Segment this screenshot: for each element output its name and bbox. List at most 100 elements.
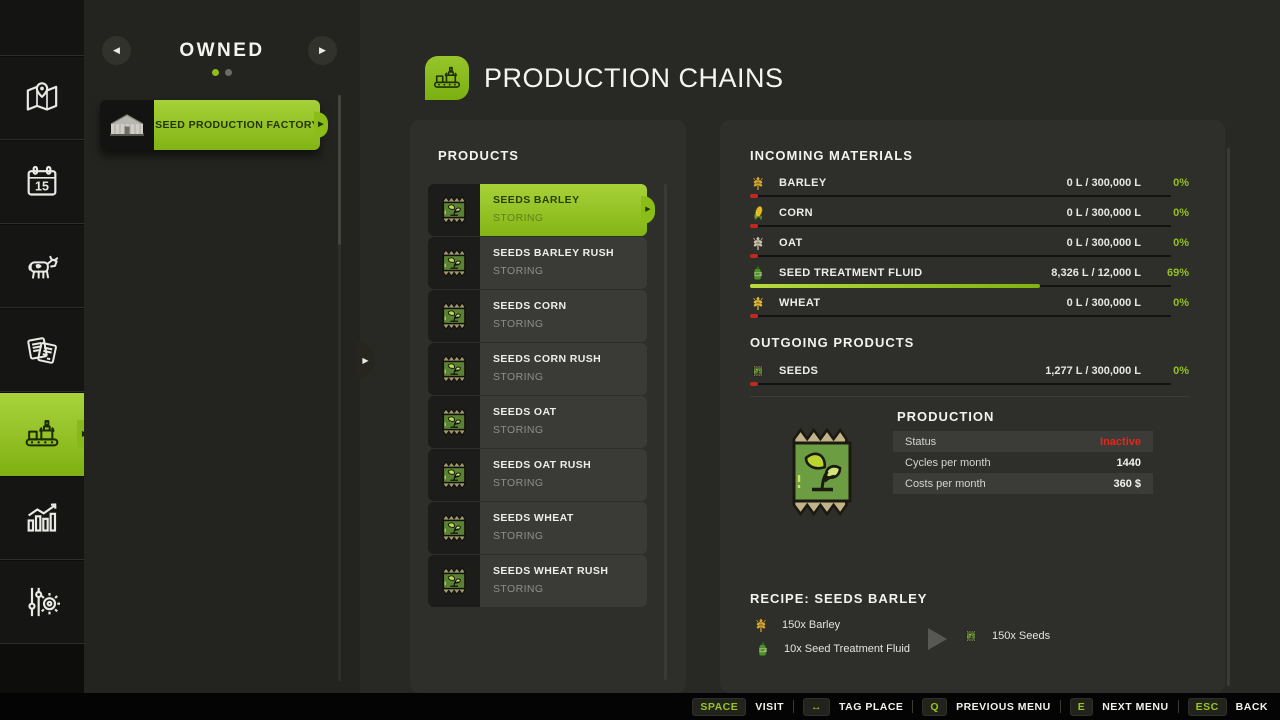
sidebar-item-map[interactable]	[0, 57, 84, 140]
material-amount: 0 L / 300,000 L	[1066, 207, 1141, 219]
recipe-input-barley: 150x Barley	[753, 617, 840, 633]
page-dot-active	[212, 69, 219, 76]
sidebar-item-production-chains[interactable]: ▶	[0, 393, 93, 476]
seed-treatment-fluid-icon	[755, 641, 771, 657]
product-status: STORING	[493, 530, 544, 542]
production-chains-badge	[425, 56, 469, 100]
production-title: PRODUCTION	[897, 409, 995, 424]
material-percent: 69%	[1166, 267, 1189, 279]
oat-icon	[750, 235, 766, 251]
seed-packet-icon	[437, 403, 471, 441]
contracts-icon	[22, 330, 62, 370]
factory-thumbnail	[100, 100, 154, 150]
material-amount: 0 L / 300,000 L	[1066, 237, 1141, 249]
main-menu-sidebar: ▶	[0, 0, 93, 693]
product-thumb	[428, 290, 480, 342]
esc-key[interactable]: ESC	[1187, 697, 1227, 716]
seed-packet-icon	[437, 456, 471, 494]
seeds-icon	[963, 628, 979, 644]
production-chains-icon	[431, 62, 463, 94]
q-key[interactable]: Q	[922, 697, 948, 716]
product-item-seeds-barley[interactable]: SEEDS BARLEY STORING ▶	[428, 184, 655, 236]
material-name: WHEAT	[779, 297, 821, 309]
products-scrollbar[interactable]	[664, 184, 667, 680]
sidebar-item-animals[interactable]	[0, 225, 84, 308]
seed-treatment-fluid-icon	[750, 265, 766, 281]
products-panel: PRODUCTS SEEDS BARLEY STORING ▶ SEEDS BA…	[410, 120, 686, 693]
keybind-back[interactable]: ESC BACK	[1187, 697, 1268, 716]
status-value: Inactive	[1100, 435, 1141, 448]
owned-scrollbar[interactable]	[338, 95, 341, 681]
back-label: BACK	[1235, 700, 1268, 713]
seed-packet-icon	[437, 244, 471, 282]
selected-arrow-icon: ▶	[641, 196, 655, 224]
product-thumb	[428, 184, 480, 236]
material-amount: 0 L / 300,000 L	[1066, 177, 1141, 189]
product-item-seeds-corn[interactable]: SEEDS CORN STORING	[428, 290, 647, 342]
owned-next-page-button[interactable]: ▶	[308, 36, 337, 65]
product-item-seeds-barley-rush[interactable]: SEEDS BARLEY RUSH STORING	[428, 237, 647, 289]
product-name: SEEDS CORN	[493, 300, 567, 312]
material-amount: 8,326 L / 12,000 L	[1051, 267, 1141, 279]
material-row-wheat: WHEAT 0 L / 300,000 L 0%	[750, 292, 1207, 322]
material-percent: 0%	[1173, 207, 1189, 219]
product-thumb	[428, 555, 480, 607]
keybind-previous-menu[interactable]: Q PREVIOUS MENU	[922, 697, 1051, 716]
product-percent: 0%	[1173, 365, 1189, 377]
product-item-seeds-oat-rush[interactable]: SEEDS OAT RUSH STORING	[428, 449, 647, 501]
sidebar-item-contracts[interactable]	[0, 309, 84, 392]
material-percent: 0%	[1173, 297, 1189, 309]
material-fill-bar	[750, 194, 1171, 198]
product-status: STORING	[493, 583, 544, 595]
keybind-tag-place[interactable]: ↔ TAG PLACE	[803, 697, 904, 716]
sidebar-item-settings[interactable]	[0, 561, 84, 644]
outgoing-products-title: OUTGOING PRODUCTS	[750, 335, 915, 350]
keybind-next-menu[interactable]: E NEXT MENU	[1069, 697, 1169, 716]
barley-icon	[750, 175, 766, 191]
tag-place-label: TAG PLACE	[839, 700, 904, 713]
e-key[interactable]: E	[1069, 697, 1094, 716]
product-item-seeds-wheat-rush[interactable]: SEEDS WHEAT RUSH STORING	[428, 555, 647, 607]
owned-factory-button[interactable]: SEED PRODUCTION FACTORY ▶	[100, 100, 328, 150]
product-status: STORING	[493, 318, 544, 330]
row-label: Status	[905, 435, 937, 448]
production-row-cycles: Cycles per month 1440	[893, 452, 1153, 473]
recipe-arrow-icon	[928, 628, 947, 650]
recipe-output-label: 150x Seeds	[992, 630, 1051, 642]
recipe-input-label: 10x Seed Treatment Fluid	[784, 643, 910, 655]
material-fill-bar	[750, 224, 1171, 228]
product-thumb	[428, 343, 480, 395]
product-amount: 1,277 L / 300,000 L	[1045, 365, 1141, 377]
product-status: STORING	[493, 212, 544, 224]
product-row-seeds: SEEDS 1,277 L / 300,000 L 0%	[750, 360, 1207, 390]
arrows-key[interactable]: ↔	[803, 697, 831, 716]
product-status: STORING	[493, 424, 544, 436]
material-fill-bar	[750, 284, 1171, 288]
product-item-seeds-wheat[interactable]: SEEDS WHEAT STORING	[428, 502, 647, 554]
row-label: Cycles per month	[905, 456, 991, 469]
material-amount: 0 L / 300,000 L	[1066, 297, 1141, 309]
sidebar-item-calendar[interactable]	[0, 141, 84, 224]
space-key[interactable]: SPACE	[692, 697, 747, 716]
product-image-seed-packet	[782, 417, 862, 527]
keybind-separator	[1177, 700, 1179, 713]
product-item-seeds-oat[interactable]: SEEDS OAT STORING	[428, 396, 647, 448]
product-status: STORING	[493, 477, 544, 489]
sidebar-item-statistics[interactable]	[0, 477, 84, 560]
product-fill-bar	[750, 382, 1171, 386]
material-name: OAT	[779, 237, 803, 249]
detail-scrollbar[interactable]	[1227, 148, 1230, 686]
keybind-visit[interactable]: SPACE VISIT	[692, 697, 784, 716]
product-item-seeds-corn-rush[interactable]: SEEDS CORN RUSH STORING	[428, 343, 647, 395]
owned-scrollbar-thumb[interactable]	[338, 95, 341, 245]
seed-packet-icon	[437, 191, 471, 229]
production-row-costs: Costs per month 360 $	[893, 473, 1153, 494]
product-thumb	[428, 396, 480, 448]
product-name: SEEDS OAT RUSH	[493, 459, 592, 471]
keybind-separator	[912, 700, 914, 713]
material-name: BARLEY	[779, 177, 827, 189]
row-label: Costs per month	[905, 477, 986, 490]
material-row-oat: OAT 0 L / 300,000 L 0%	[750, 232, 1207, 262]
previous-menu-label: PREVIOUS MENU	[956, 700, 1051, 713]
material-name: CORN	[779, 207, 813, 219]
